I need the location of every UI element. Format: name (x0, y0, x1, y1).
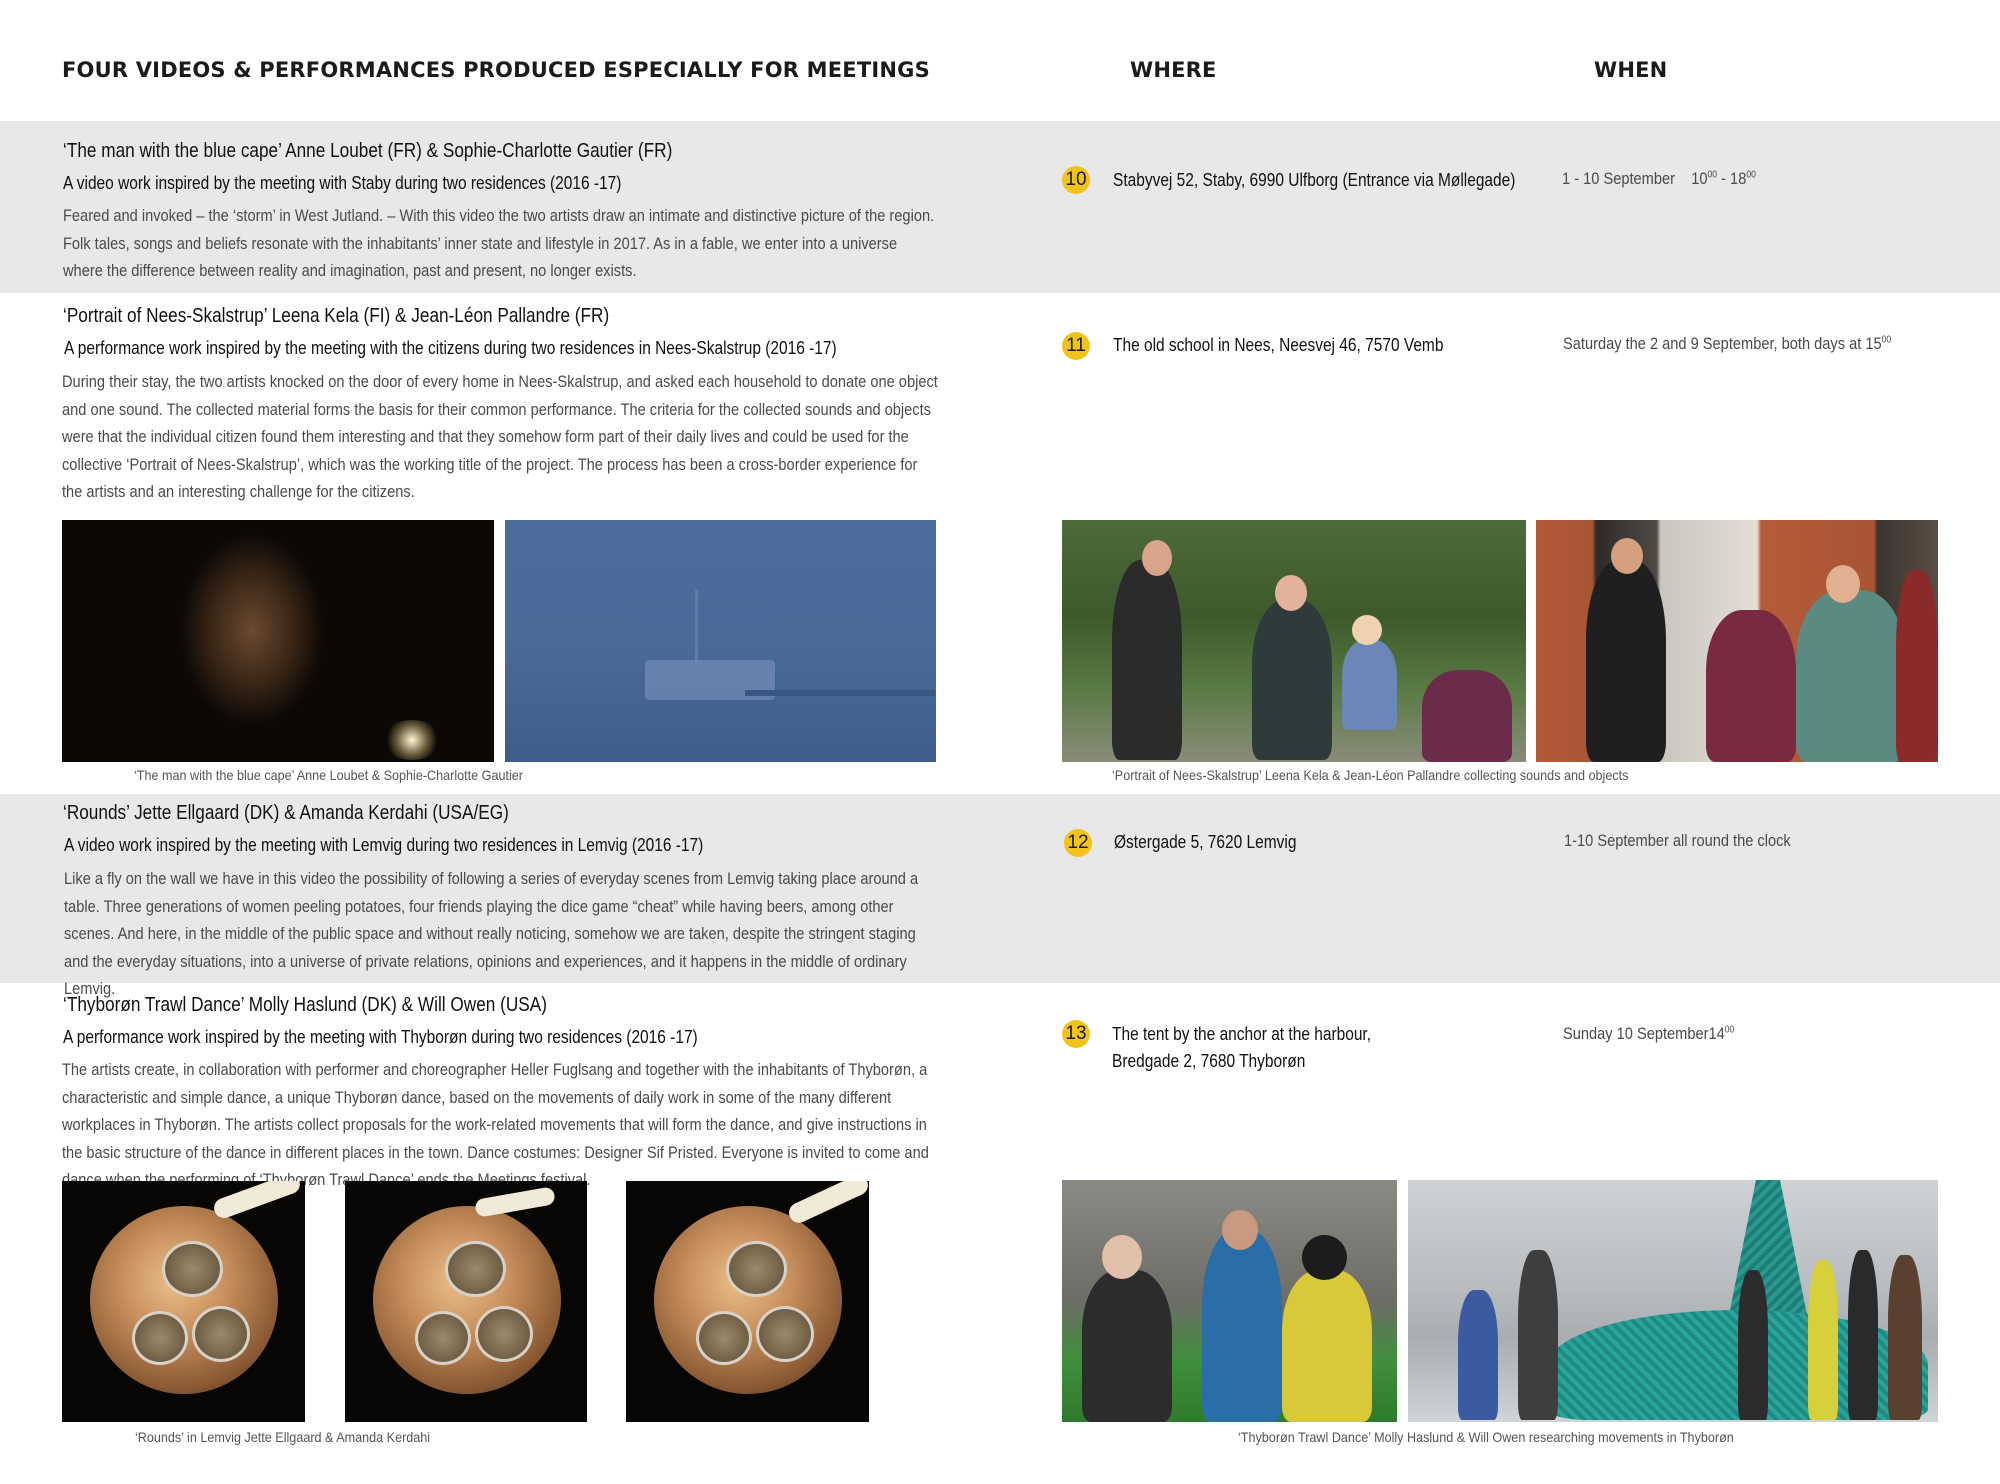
event-body-10: Feared and invoked – the ‘storm’ in West… (63, 206, 935, 280)
event-subtitle-10: A video work inspired by the meeting wit… (63, 173, 622, 193)
event-subtitle-12: A video work inspired by the meeting wit… (64, 835, 704, 855)
photo-rounds-1 (62, 1181, 305, 1422)
event-when-11: Saturday the 2 and 9 September, both day… (1563, 334, 1892, 353)
caption-portrait: ‘Portrait of Nees-Skalstrup’ Leena Kela … (1112, 767, 1629, 783)
event-where-10: Stabyvej 52, Staby, 6990 Ulfborg (Entran… (1113, 170, 1516, 190)
event-when-13: Sunday 10 September1400 (1563, 1024, 1735, 1043)
event-body-11: During their stay, the two artists knock… (62, 372, 938, 501)
event-number-badge-12: 12 (1064, 829, 1092, 857)
event-title-13: ‘Thyborøn Trawl Dance’ Molly Haslund (DK… (63, 994, 547, 1016)
photo-trawl-net (1408, 1180, 1938, 1422)
event-body-12: Like a fly on the wall we have in this v… (64, 869, 919, 998)
event-number-badge-11: 11 (1062, 332, 1090, 360)
photo-blue-cape-girl (62, 520, 494, 762)
event-number-badge-13: 13 (1062, 1020, 1090, 1048)
page-title: FOUR VIDEOS & PERFORMANCES PRODUCED ESPE… (62, 58, 930, 82)
event-subtitle-13: A performance work inspired by the meeti… (63, 1027, 698, 1047)
caption-rounds: ‘Rounds’ in Lemvig Jette Ellgaard & Aman… (135, 1429, 431, 1445)
event-subtitle-11: A performance work inspired by the meeti… (64, 338, 837, 358)
photo-rounds-3 (626, 1181, 869, 1422)
event-when-12: 1-10 September all round the clock (1564, 831, 1791, 850)
event-title-12: ‘Rounds’ Jette Ellgaard (DK) & Amanda Ke… (63, 802, 509, 824)
event-body-13: The artists create, in collaboration wit… (62, 1060, 929, 1189)
column-header-where: WHERE (1130, 58, 1217, 82)
event-where-13: The tent by the anchor at the harbour, Br… (1112, 1024, 1372, 1071)
photo-portrait-park (1062, 520, 1526, 762)
event-title-10: ‘The man with the blue cape’ Anne Loubet… (63, 140, 673, 162)
caption-blue-cape: ‘The man with the blue cape’ Anne Loubet… (134, 767, 523, 783)
photo-blue-cape-boat (505, 520, 936, 762)
event-number-badge-10: 10 (1062, 166, 1090, 194)
event-title-11: ‘Portrait of Nees-Skalstrup’ Leena Kela … (63, 305, 610, 327)
caption-trawl: ‘Thyborøn Trawl Dance’ Molly Haslund & W… (1238, 1429, 1734, 1445)
event-where-12: Østergade 5, 7620 Lemvig (1114, 832, 1297, 852)
photo-portrait-door (1536, 520, 1938, 762)
column-header-when: WHEN (1594, 58, 1668, 82)
event-where-11: The old school in Nees, Neesvej 46, 7570… (1113, 335, 1444, 355)
photo-rounds-2 (345, 1181, 587, 1422)
photo-trawl-crates (1062, 1180, 1397, 1422)
event-when-10: 1 - 10 September 1000 - 1800 (1562, 169, 1756, 188)
